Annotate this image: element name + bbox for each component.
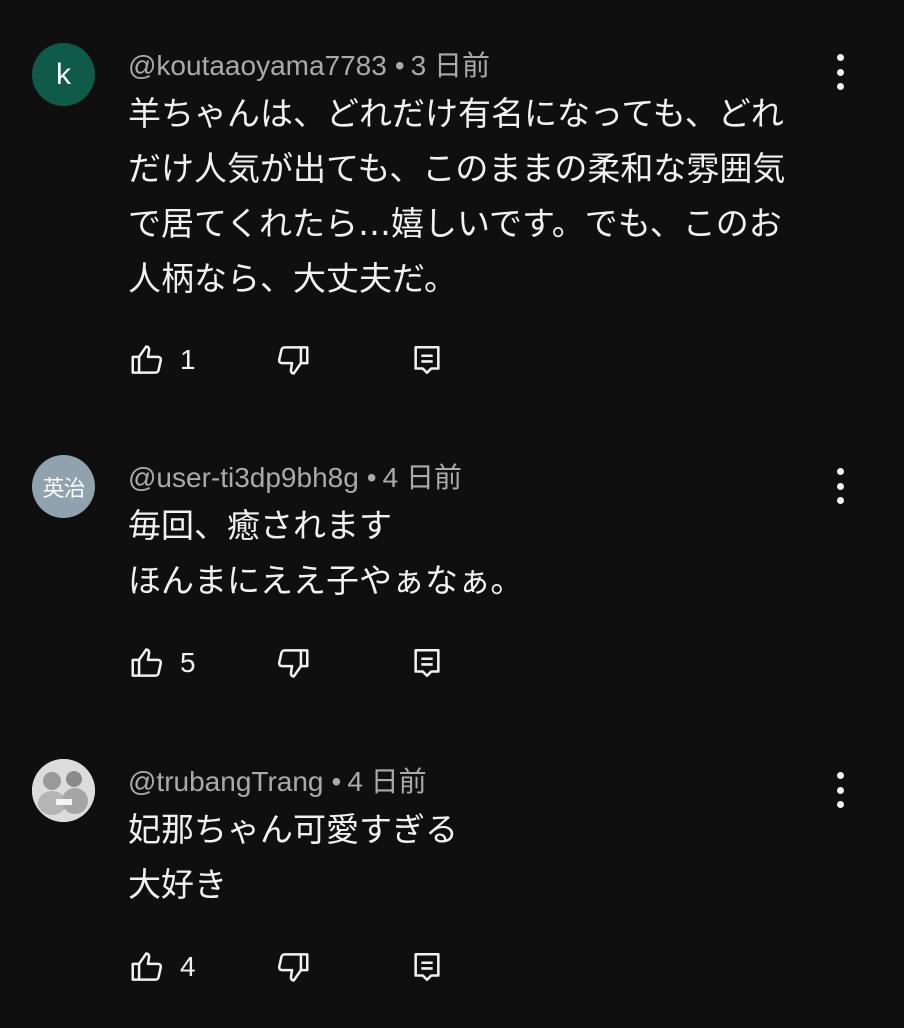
avatar[interactable] xyxy=(32,759,95,822)
avatar-photo-icon xyxy=(32,759,95,822)
comment-actions: 4 xyxy=(128,947,488,987)
comment-line: 大好き xyxy=(128,865,227,904)
dislike-button[interactable] xyxy=(274,947,312,987)
comment-item: @trubangTrang • 4 日前 妃那ちゃん可愛すぎる 大好き 4 xyxy=(0,0,904,1028)
author-name[interactable]: @trubangTrang xyxy=(128,766,324,797)
reply-button[interactable] xyxy=(410,947,444,987)
like-button[interactable]: 4 xyxy=(128,947,196,987)
thumbs-down-icon xyxy=(277,953,309,982)
comment-meta: @trubangTrang • 4 日前 xyxy=(128,760,427,800)
thumbs-up-icon xyxy=(131,952,163,981)
like-count: 4 xyxy=(180,951,196,982)
comment-line: 妃那ちゃん可愛すぎる xyxy=(128,810,458,849)
separator-dot: • xyxy=(331,766,342,797)
reply-icon xyxy=(414,952,440,982)
comment-text: 妃那ちゃん可愛すぎる 大好き xyxy=(128,802,848,912)
comment-time[interactable]: 4 日前 xyxy=(347,766,426,797)
